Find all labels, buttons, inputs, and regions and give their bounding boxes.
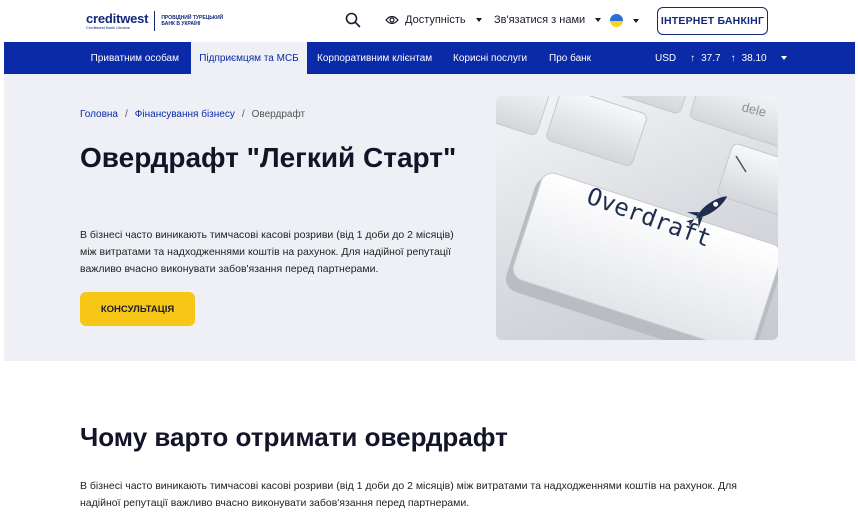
contact-menu[interactable]: Зв'язатися з нами bbox=[494, 14, 602, 26]
logo-divider bbox=[154, 11, 156, 31]
overdraft-keyboard-image: Overdraft dele bbox=[496, 96, 778, 340]
ukraine-flag-icon bbox=[610, 14, 623, 27]
logo-tagline: ПРОВІДНИЙ ТУРЕЦЬКИЙ БАНК В УКРАЇНІ bbox=[161, 15, 224, 27]
chevron-down-icon bbox=[475, 18, 482, 22]
eye-icon bbox=[385, 15, 399, 25]
accessibility-menu[interactable]: Доступність bbox=[385, 14, 482, 26]
accessibility-label: Доступність bbox=[405, 14, 466, 26]
main-nav: Приватним особам Підприємцям та МСБ Корп… bbox=[4, 42, 855, 74]
consultation-button[interactable]: КОНСУЛЬТАЦІЯ bbox=[80, 292, 195, 326]
chevron-down-icon bbox=[780, 56, 787, 60]
nav-item-sme[interactable]: Підприємцям та МСБ bbox=[191, 42, 307, 74]
arrow-up-icon: ↑ bbox=[690, 52, 696, 64]
section-description: В бізнесі часто виникають тимчасові касо… bbox=[80, 480, 737, 509]
nav-item-corporate[interactable]: Корпоративним клієнтам bbox=[317, 42, 441, 74]
nav-item-private[interactable]: Приватним особам bbox=[4, 42, 191, 74]
breadcrumb-separator: / bbox=[241, 109, 245, 120]
bank-logo[interactable]: creditwest Creditwest Bank Ukraine ПРОВІ… bbox=[86, 10, 231, 32]
logo-subtitle: Creditwest Bank Ukraine bbox=[86, 24, 131, 30]
internet-banking-button[interactable]: ІНТЕРНЕТ БАНКІНГ bbox=[657, 7, 768, 35]
arrow-up-icon: ↑ bbox=[730, 52, 736, 64]
breadcrumb-current: Овердрафт bbox=[251, 109, 306, 120]
chevron-down-icon bbox=[633, 18, 639, 23]
language-selector[interactable] bbox=[610, 14, 639, 27]
chevron-down-icon bbox=[595, 18, 602, 22]
rate-sell: 38.10 bbox=[741, 52, 767, 64]
currency-rates[interactable]: USD ↑ 37.7 ↑ 38.10 bbox=[655, 42, 787, 74]
nav-item-services[interactable]: Корисні послуги bbox=[453, 42, 539, 74]
page-title: Овердрафт "Легкий Старт" bbox=[80, 142, 457, 173]
breadcrumb: Головна / Фінансування бізнесу / Овердра… bbox=[80, 109, 305, 120]
top-header: creditwest Creditwest Bank Ukraine ПРОВІ… bbox=[0, 0, 858, 42]
breadcrumb-section[interactable]: Фінансування бізнесу bbox=[135, 109, 235, 120]
keyboard-illustration: Overdraft dele bbox=[496, 96, 778, 340]
hero-description: В бізнесі часто виникають тимчасові касо… bbox=[80, 229, 454, 275]
breadcrumb-home[interactable]: Головна bbox=[80, 109, 118, 120]
contact-label: Зв'язатися з нами bbox=[494, 14, 586, 26]
currency-code: USD bbox=[655, 52, 677, 64]
logo-wordmark: creditwest bbox=[86, 10, 149, 26]
search-icon[interactable] bbox=[345, 12, 361, 28]
rate-buy: 37.7 bbox=[701, 52, 721, 64]
section-title: Чому варто отримати овердрафт bbox=[80, 422, 508, 452]
breadcrumb-separator: / bbox=[125, 109, 128, 120]
nav-item-about[interactable]: Про банк bbox=[549, 42, 599, 74]
